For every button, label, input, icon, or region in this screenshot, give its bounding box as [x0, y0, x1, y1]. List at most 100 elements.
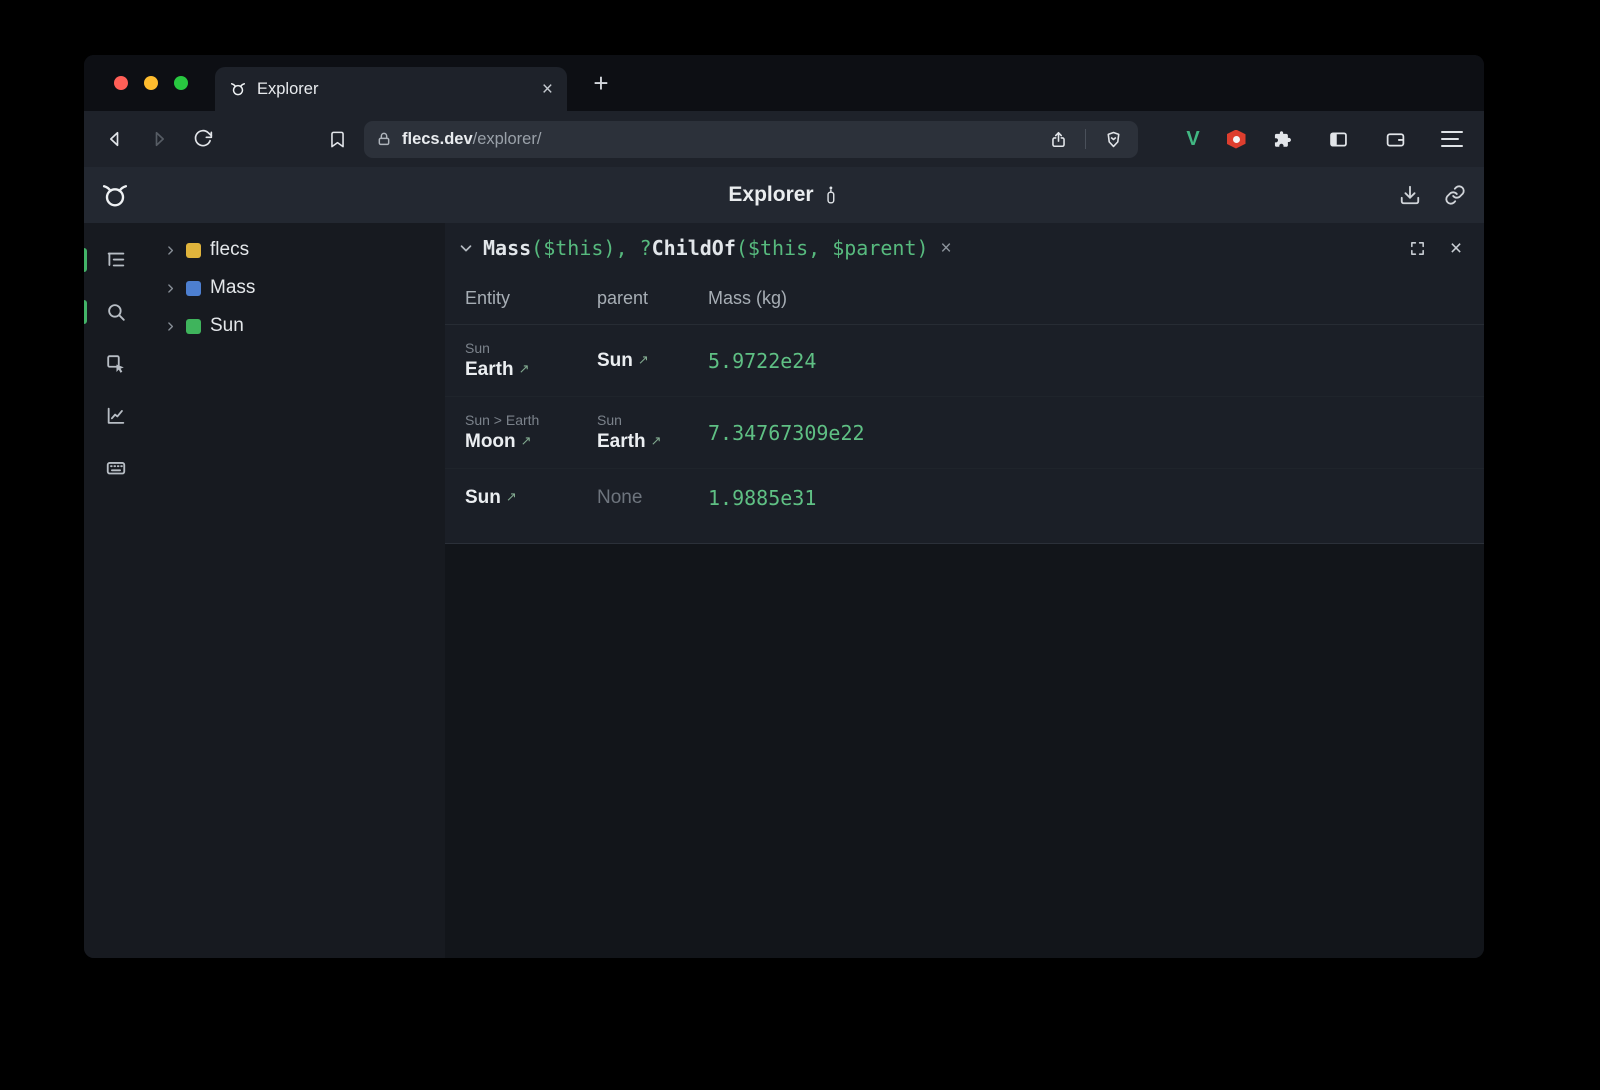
flecs-favicon-icon	[229, 80, 247, 98]
entity-name: Moon	[465, 431, 516, 453]
entity-name: Earth	[465, 359, 514, 381]
query-term: ChildOf	[652, 236, 736, 260]
app-header: Explorer	[84, 167, 1484, 223]
parent-link[interactable]: Sun ↗	[597, 350, 649, 372]
query-term: Mass	[483, 236, 531, 260]
parent-path: Sun	[597, 412, 708, 428]
forward-button[interactable]	[142, 122, 176, 156]
lock-icon	[376, 131, 392, 147]
zoom-window-button[interactable]	[174, 76, 188, 90]
link-icon[interactable]	[1440, 180, 1470, 210]
share-icon[interactable]	[1045, 126, 1071, 152]
close-window-button[interactable]	[114, 76, 128, 90]
url-path: /explorer/	[473, 130, 542, 148]
url-host: flecs.dev	[402, 130, 473, 148]
entity-color-swatch	[186, 243, 201, 258]
address-bar[interactable]: flecs.dev/explorer/	[364, 121, 1138, 158]
reload-button[interactable]	[186, 122, 220, 156]
parent-name: Earth	[597, 431, 646, 453]
flecs-logo-icon[interactable]	[100, 180, 130, 210]
column-header-parent: parent	[597, 288, 708, 309]
query-term: ($this), ?	[531, 236, 651, 260]
hexagon-extension-icon[interactable]	[1221, 130, 1251, 149]
entity-path: Sun	[465, 340, 597, 356]
entity-link[interactable]: Moon ↗	[465, 431, 597, 453]
sidebar-rail	[84, 223, 148, 958]
entity-color-swatch	[186, 319, 201, 334]
query-term: ($this, $parent)	[736, 236, 929, 260]
entity-link[interactable]: Sun ↗	[465, 487, 517, 509]
extensions-puzzle-icon[interactable]	[1264, 122, 1298, 156]
tab-strip: Explorer × +	[84, 55, 1484, 111]
chevron-right-icon[interactable]	[164, 244, 177, 257]
column-header-mass: Mass (kg)	[708, 288, 1484, 309]
wallet-icon[interactable]	[1378, 122, 1412, 156]
query-expression[interactable]: Mass($this), ?ChildOf($this, $parent)	[483, 236, 929, 260]
entity-path: Sun > Earth	[465, 412, 597, 428]
parent-none: None	[597, 487, 642, 508]
query-panel: Mass($this), ?ChildOf($this, $parent) × …	[445, 223, 1484, 544]
panel-close-icon[interactable]: ×	[1444, 236, 1468, 260]
entity-link[interactable]: Earth ↗	[465, 359, 597, 381]
header-actions	[1395, 180, 1484, 210]
tab-close-icon[interactable]: ×	[542, 80, 553, 99]
extension-icons: V	[1178, 122, 1469, 156]
inspector-icon[interactable]	[94, 342, 138, 386]
parent-link[interactable]: Earth ↗	[597, 431, 708, 453]
url-text: flecs.dev/explorer/	[402, 130, 541, 149]
content-area: flecs Mass Sun	[84, 223, 1484, 958]
tree-item-sun[interactable]: Sun	[148, 307, 445, 345]
external-link-icon: ↗	[638, 352, 649, 368]
traffic-lights	[84, 76, 188, 90]
active-indicator	[84, 248, 87, 272]
chevron-down-icon[interactable]	[457, 239, 475, 257]
commands-keyboard-icon[interactable]	[94, 446, 138, 490]
tree-item-mass[interactable]: Mass	[148, 269, 445, 307]
table-row: Sun > Earth Moon ↗ Sun Earth ↗ 7.34767309e…	[445, 397, 1484, 469]
stats-chart-icon[interactable]	[94, 394, 138, 438]
sidebar-toggle-icon[interactable]	[1321, 122, 1355, 156]
chevron-right-icon[interactable]	[164, 282, 177, 295]
browser-window: Explorer × + flecs.	[84, 55, 1484, 958]
parent-name: Sun	[597, 350, 633, 372]
fullscreen-icon[interactable]	[1405, 236, 1429, 260]
active-indicator	[84, 300, 87, 324]
entity-tree-icon[interactable]	[94, 238, 138, 282]
table-row: Sun ↗ None 1.9885e31	[445, 469, 1484, 527]
query-header: Mass($this), ?ChildOf($this, $parent) × …	[445, 223, 1484, 273]
table-row: Sun Earth ↗ Sun ↗ 5.9722e24	[445, 325, 1484, 397]
back-button[interactable]	[98, 122, 132, 156]
tree-item-label: flecs	[210, 239, 249, 261]
brave-shields-icon[interactable]	[1100, 126, 1126, 152]
query-clear-icon[interactable]: ×	[941, 239, 952, 258]
chevron-right-icon[interactable]	[164, 320, 177, 333]
minimize-window-button[interactable]	[144, 76, 158, 90]
screen: Explorer × + flecs.	[0, 0, 1600, 1090]
mass-value: 5.9722e24	[708, 349, 816, 373]
menu-icon[interactable]	[1435, 122, 1469, 156]
external-link-icon: ↗	[519, 361, 530, 377]
external-link-icon: ↗	[506, 489, 517, 505]
tree-item-label: Mass	[210, 277, 255, 299]
tree-item-flecs[interactable]: flecs	[148, 231, 445, 269]
search-icon[interactable]	[94, 290, 138, 334]
column-header-entity: Entity	[465, 288, 597, 309]
download-icon[interactable]	[1395, 180, 1425, 210]
external-link-icon: ↗	[521, 433, 532, 449]
page-title-group: Explorer	[728, 183, 839, 207]
entity-color-swatch	[186, 281, 201, 296]
mass-value: 1.9885e31	[708, 486, 816, 510]
bookmark-button[interactable]	[320, 122, 354, 156]
tree-item-label: Sun	[210, 315, 244, 337]
external-link-icon: ↗	[651, 433, 662, 449]
main-panel: Mass($this), ?ChildOf($this, $parent) × …	[445, 223, 1484, 958]
browser-tab-explorer[interactable]: Explorer ×	[215, 67, 567, 111]
new-tab-button[interactable]: +	[583, 65, 619, 101]
mass-value: 7.34767309e22	[708, 421, 865, 445]
tab-title: Explorer	[257, 80, 532, 99]
entity-name: Sun	[465, 487, 501, 509]
entity-tree-panel: flecs Mass Sun	[148, 223, 445, 958]
vue-devtools-icon[interactable]: V	[1178, 128, 1208, 151]
connection-icon[interactable]	[823, 183, 840, 207]
divider	[1085, 129, 1086, 149]
